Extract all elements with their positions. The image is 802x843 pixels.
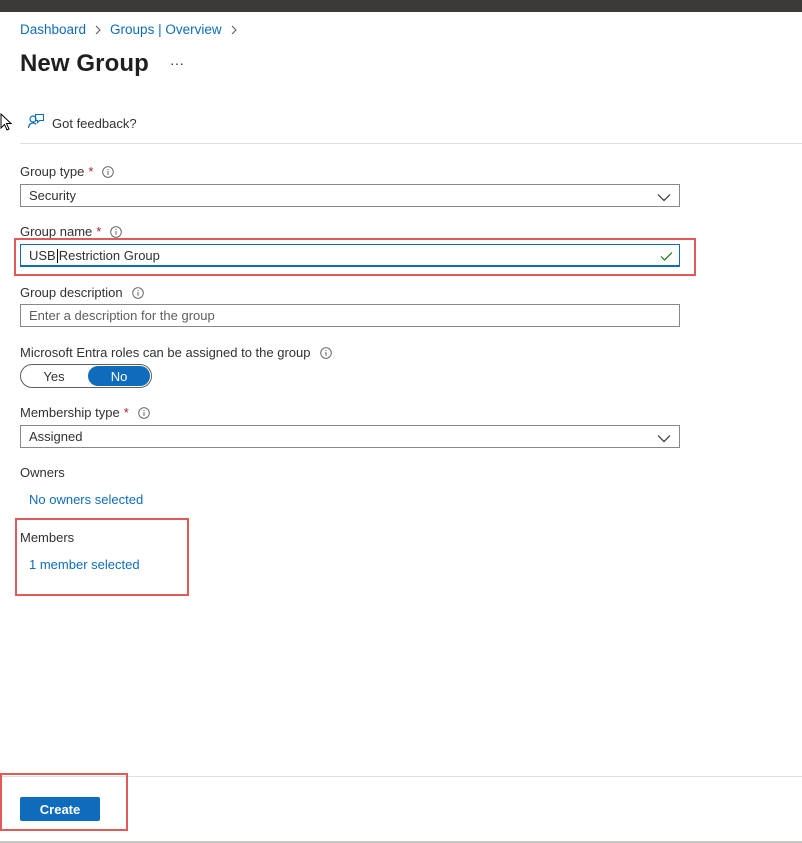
highlight-box-group-name [14, 238, 696, 276]
info-icon[interactable] [110, 225, 123, 238]
page-title: New Group [20, 50, 149, 77]
info-icon[interactable] [131, 286, 144, 299]
chevron-down-icon [657, 431, 671, 446]
info-icon[interactable] [138, 406, 150, 419]
more-options-button[interactable]: ··· [166, 53, 188, 73]
mouse-cursor-icon [0, 112, 13, 136]
entra-roles-toggle[interactable]: Yes No [20, 364, 152, 388]
membership-type-value: Assigned [29, 429, 83, 444]
group-name-label: Group name * [20, 224, 123, 239]
group-description-label-text: Group description [20, 285, 123, 300]
required-mark: * [123, 405, 129, 420]
chevron-right-icon [231, 25, 237, 35]
owners-label: Owners [20, 465, 65, 480]
breadcrumb: Dashboard Groups | Overview [20, 22, 246, 37]
toggle-yes-option[interactable]: Yes [21, 365, 87, 387]
group-description-label: Group description [20, 285, 144, 300]
group-description-placeholder: Enter a description for the group [29, 308, 215, 323]
group-name-label-text: Group name [20, 224, 93, 239]
highlight-box-create [0, 773, 128, 831]
chevron-right-icon [95, 25, 101, 35]
top-bar [0, 0, 802, 12]
group-type-label: Group type * [20, 164, 115, 179]
info-icon[interactable] [102, 165, 115, 178]
required-mark: * [96, 224, 102, 239]
entra-roles-label: Microsoft Entra roles can be assigned to… [20, 345, 332, 360]
owners-link[interactable]: No owners selected [29, 492, 143, 507]
chevron-down-icon [657, 190, 671, 205]
entra-roles-label-text: Microsoft Entra roles can be assigned to… [20, 345, 311, 360]
group-type-select[interactable]: Security [20, 184, 680, 207]
breadcrumb-dashboard[interactable]: Dashboard [20, 22, 86, 37]
header-divider [20, 143, 802, 144]
highlight-box-members [15, 518, 189, 596]
feedback-icon [27, 113, 45, 134]
group-type-value: Security [29, 188, 76, 203]
membership-type-label: Membership type * [20, 405, 150, 420]
membership-type-select[interactable]: Assigned [20, 425, 680, 448]
group-type-label-text: Group type [20, 164, 85, 179]
feedback-button[interactable]: Got feedback? [27, 113, 137, 134]
group-description-input[interactable]: Enter a description for the group [20, 304, 680, 327]
info-icon[interactable] [319, 346, 332, 359]
required-mark: * [88, 164, 94, 179]
breadcrumb-groups-overview[interactable]: Groups | Overview [110, 22, 222, 37]
membership-type-label-text: Membership type [20, 405, 120, 420]
toggle-no-option[interactable]: No [88, 366, 150, 386]
feedback-label: Got feedback? [52, 116, 137, 131]
